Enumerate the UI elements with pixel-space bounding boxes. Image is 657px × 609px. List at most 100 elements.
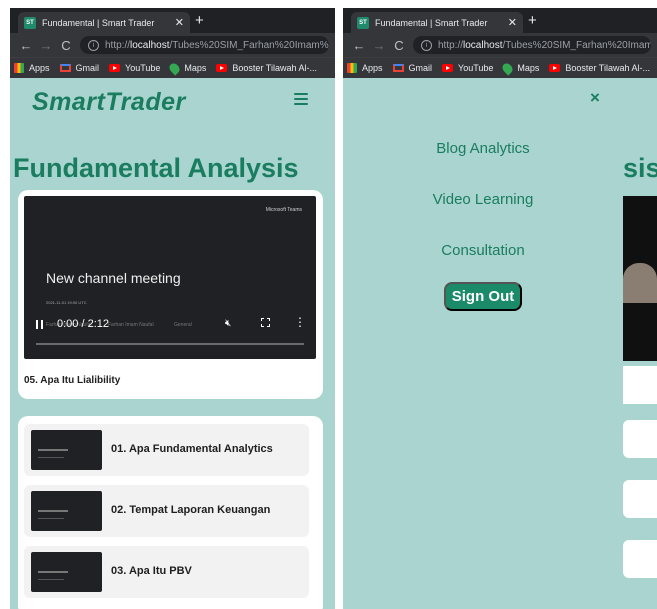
- site-content: sis × Blog Analytics Video Learning Cons…: [343, 78, 657, 608]
- browser-tab[interactable]: ST Fundamental | Smart Trader ✕: [351, 12, 523, 33]
- tab-title: Fundamental | Smart Trader: [42, 17, 155, 28]
- bookmark-maps[interactable]: Maps: [167, 60, 207, 76]
- browser-tab[interactable]: ST Fundamental | Smart Trader ✕: [18, 12, 190, 33]
- back-icon[interactable]: ←: [16, 38, 36, 53]
- bookmark-youtube[interactable]: YouTube: [109, 63, 160, 73]
- favicon-icon: ST: [357, 16, 369, 29]
- list-item[interactable]: 01. Apa Fundamental Analytics: [24, 424, 309, 476]
- apps-icon: [347, 63, 357, 73]
- info-icon[interactable]: i: [88, 39, 99, 51]
- close-icon[interactable]: ×: [590, 88, 600, 108]
- left-screen: ST Fundamental | Smart Trader ✕ + ← → C …: [10, 8, 335, 609]
- bookmark-booster[interactable]: Booster Tilawah Al-...: [549, 63, 650, 73]
- url-host: localhost: [463, 39, 503, 51]
- fullscreen-icon[interactable]: [261, 318, 270, 327]
- url-field[interactable]: i http://localhost/Tubes%20SIM_Farhan%20…: [80, 36, 329, 54]
- list-item[interactable]: 03. Apa Itu PBV: [24, 546, 309, 598]
- bookmark-label: Apps: [29, 63, 50, 73]
- video-thumbnail: [31, 430, 102, 470]
- gmail-icon: [392, 64, 404, 72]
- bookmark-label: YouTube: [125, 63, 161, 73]
- bookmark-label: Maps: [184, 63, 207, 73]
- url-host: localhost: [130, 39, 170, 51]
- reload-icon[interactable]: C: [56, 38, 76, 53]
- playlist-card: 01. Apa Fundamental Analytics 02. Tempat…: [18, 416, 323, 609]
- url-field[interactable]: i http://localhost/Tubes%20SIM_Farhan%20…: [413, 36, 651, 54]
- menu-item-video-learning[interactable]: Video Learning: [343, 191, 623, 208]
- brand-logo[interactable]: SmartTrader: [32, 88, 186, 117]
- browser-tabbar: ST Fundamental | Smart Trader ✕ +: [10, 8, 335, 33]
- bookmark-maps[interactable]: Maps: [500, 60, 540, 76]
- address-bar: ← → C i http://localhost/Tubes%20SIM_Far…: [10, 33, 335, 57]
- bookmark-apps[interactable]: Apps: [14, 63, 50, 73]
- bookmark-booster[interactable]: Booster Tilawah Al-...: [216, 63, 317, 73]
- bookmark-label: Gmail: [408, 63, 433, 73]
- bookmark-gmail[interactable]: Gmail: [392, 63, 433, 73]
- video-player[interactable]: Microsoft Teams New channel meeting 2021…: [24, 196, 316, 359]
- url-scheme: http://: [438, 39, 464, 51]
- side-menu: × Blog Analytics Video Learning Consulta…: [343, 78, 623, 608]
- url-scheme: http://: [105, 39, 131, 51]
- bookmark-label: Booster Tilawah Al-...: [565, 63, 650, 73]
- video-date-overlay: 2021-11-01 19:00 UTC: [46, 300, 87, 305]
- bookmark-gmail[interactable]: Gmail: [59, 63, 100, 73]
- bookmarks-bar: Apps Gmail YouTube Maps Booster Tilawah …: [343, 57, 657, 78]
- list-item-partial: [623, 420, 657, 458]
- list-item-partial: [623, 540, 657, 578]
- menu-item-blog-analytics[interactable]: Blog Analytics: [343, 140, 623, 157]
- video-caption: 05. Apa Itu Lialibility: [24, 375, 121, 386]
- gmail-icon: [59, 64, 71, 72]
- right-screen: ST Fundamental | Smart Trader ✕ + ← → C …: [343, 8, 657, 609]
- hamburger-menu-icon[interactable]: [294, 93, 308, 105]
- pause-icon[interactable]: [36, 320, 43, 329]
- list-item-label: 03. Apa Itu PBV: [111, 565, 192, 577]
- video-presenter-partial: [623, 263, 657, 303]
- browser-tabbar: ST Fundamental | Smart Trader ✕ +: [343, 8, 657, 33]
- new-tab-icon[interactable]: +: [195, 11, 204, 30]
- reload-icon[interactable]: C: [389, 38, 409, 53]
- info-icon[interactable]: i: [421, 39, 432, 51]
- apps-icon: [14, 63, 24, 73]
- menu-item-consultation[interactable]: Consultation: [343, 242, 623, 259]
- bookmark-label: Gmail: [75, 63, 100, 73]
- maps-icon: [167, 60, 182, 76]
- forward-icon[interactable]: →: [36, 38, 56, 53]
- video-brand-overlay: Microsoft Teams: [265, 207, 302, 213]
- list-item-partial: [623, 480, 657, 518]
- youtube-icon: [109, 64, 121, 72]
- address-bar: ← → C i http://localhost/Tubes%20SIM_Far…: [343, 33, 657, 57]
- youtube-icon: [549, 64, 561, 72]
- video-time: 0:00 / 2:12: [57, 318, 109, 330]
- sign-out-button[interactable]: Sign Out: [444, 282, 522, 311]
- back-icon[interactable]: ←: [349, 38, 369, 53]
- youtube-icon: [216, 64, 228, 72]
- bookmark-label: Booster Tilawah Al-...: [232, 63, 317, 73]
- new-tab-icon[interactable]: +: [528, 11, 537, 30]
- list-item-label: 02. Tempat Laporan Keuangan: [111, 504, 271, 516]
- more-options-icon[interactable]: ⋮: [294, 316, 306, 328]
- site-content: SmartTrader Fundamental Analysis Microso…: [10, 78, 335, 609]
- video-title-overlay: New channel meeting: [46, 270, 181, 286]
- bookmarks-bar: Apps Gmail YouTube Maps Booster Tilawah …: [10, 57, 335, 78]
- player-card-partial: [623, 366, 657, 404]
- bookmark-label: YouTube: [458, 63, 494, 73]
- video-thumbnail: [31, 552, 102, 592]
- mute-icon[interactable]: 🔇︎: [225, 318, 231, 329]
- video-controls: 0:00 / 2:12 🔇︎ ⋮: [24, 312, 316, 352]
- list-item[interactable]: 02. Tempat Laporan Keuangan: [24, 485, 309, 537]
- bookmark-label: Maps: [517, 63, 540, 73]
- bookmark-label: Apps: [362, 63, 383, 73]
- bookmark-youtube[interactable]: YouTube: [442, 63, 493, 73]
- youtube-icon: [442, 64, 454, 72]
- tab-title: Fundamental | Smart Trader: [375, 17, 488, 28]
- url-path: /Tubes%20SIM_Farhan%20Imam%: [502, 39, 651, 51]
- tab-close-icon[interactable]: ✕: [175, 16, 184, 29]
- bookmark-apps[interactable]: Apps: [347, 63, 383, 73]
- video-thumbnail: [31, 491, 102, 531]
- url-path: /Tubes%20SIM_Farhan%20Imam%20: [169, 39, 329, 51]
- tab-close-icon[interactable]: ✕: [508, 16, 517, 29]
- list-item-label: 01. Apa Fundamental Analytics: [111, 443, 273, 455]
- video-progress-bar[interactable]: [36, 343, 304, 345]
- forward-icon[interactable]: →: [369, 38, 389, 53]
- page-title: Fundamental Analysis: [13, 153, 299, 183]
